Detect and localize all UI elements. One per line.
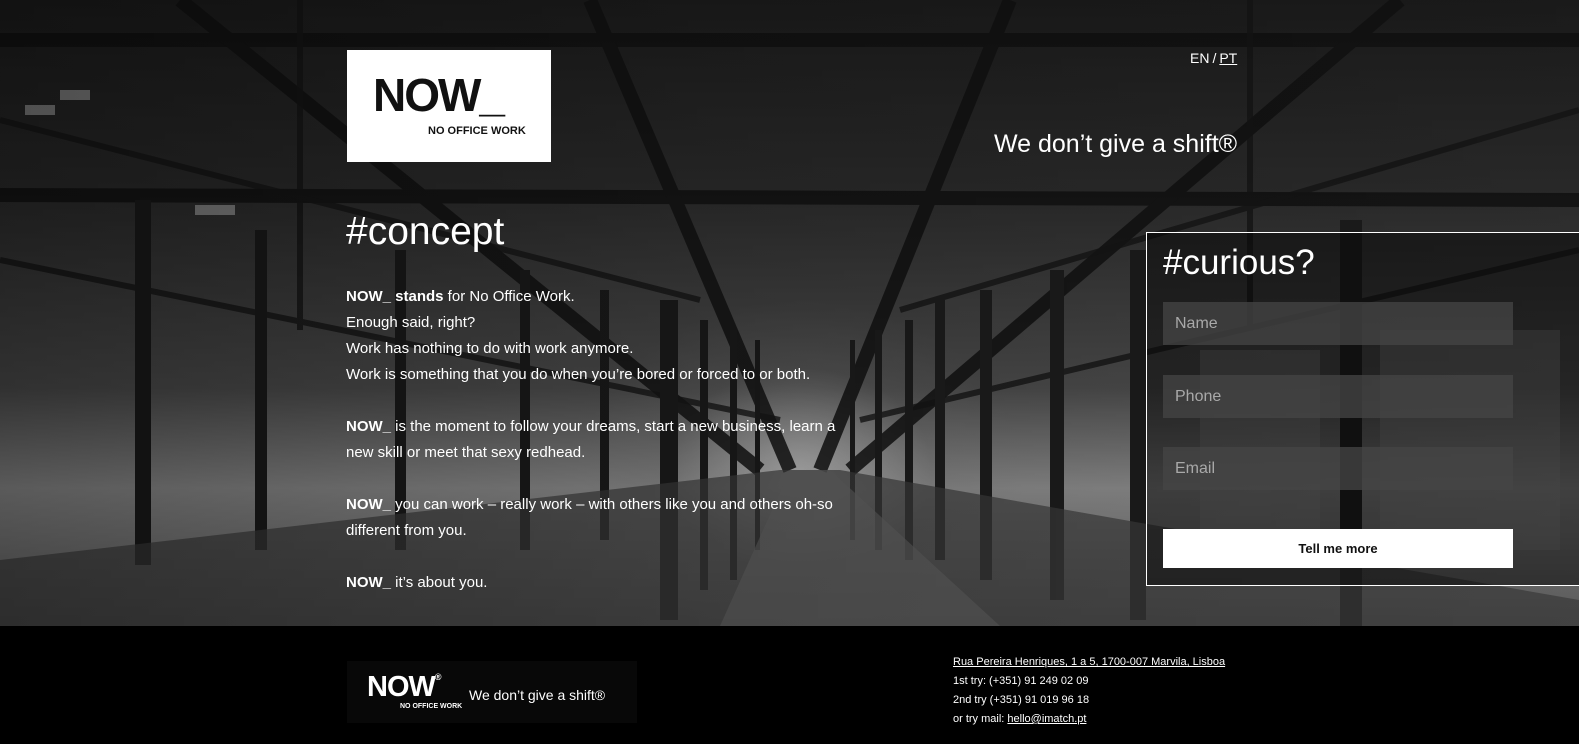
language-switch: EN / PT [1190, 50, 1237, 66]
concept-bold: NOW_ [346, 496, 391, 513]
logo-subtitle: NO OFFICE WORK [428, 125, 526, 137]
concept-paragraph-1: NOW_ stands for No Office Work. Enough s… [346, 288, 811, 383]
lang-separator: / [1212, 50, 1217, 66]
footer: NOW® NO OFFICE WORK We don’t give a shif… [0, 626, 1579, 744]
phone-primary: 1st try: (+351) 91 249 02 09 [953, 675, 1089, 687]
concept-text: NOW_ stands for No Office Work. Enough s… [346, 284, 866, 622]
contact-info: Rua Pereira Henriques, 1 a 5, 1700-007 M… [953, 653, 1225, 729]
phone-secondary: 2nd try (+351) 91 019 96 18 [953, 694, 1090, 706]
concept-paragraph-4: NOW_ it’s about you. [346, 574, 488, 591]
phone-input[interactable] [1163, 375, 1513, 418]
concept-paragraph-3: NOW_ you can work – really work – with o… [346, 496, 833, 539]
footer-tagline: We don’t give a shift® [469, 687, 606, 703]
concept-bold: NOW_ [346, 418, 391, 435]
hero-tagline: We don’t give a shift® [994, 130, 1238, 158]
concept-bold: NOW_ stands [346, 288, 444, 305]
footer-logo-subtitle: NO OFFICE WORK [400, 703, 463, 710]
contact-form: #curious? Tell me more [1146, 232, 1579, 586]
concept-paragraph-2: NOW_ is the moment to follow your dreams… [346, 418, 836, 461]
brand-logo[interactable]: NOW_ NO OFFICE WORK [347, 50, 551, 162]
form-heading: #curious? [1163, 243, 1315, 282]
email-link[interactable]: hello@imatch.pt [1007, 713, 1086, 725]
mail-label: or try mail: [953, 713, 1008, 725]
email-input[interactable] [1163, 447, 1513, 490]
footer-logo[interactable]: NOW® NO OFFICE WORK We don’t give a shif… [347, 661, 637, 723]
concept-bold: NOW_ [346, 574, 391, 591]
lang-en-link[interactable]: EN [1190, 50, 1209, 66]
concept-heading: #concept [346, 210, 505, 253]
name-input[interactable] [1163, 302, 1513, 345]
address-link[interactable]: Rua Pereira Henriques, 1 a 5, 1700-007 M… [953, 656, 1225, 668]
lang-pt-link[interactable]: PT [1219, 50, 1237, 66]
logo-mark: NOW_ [373, 69, 505, 121]
footer-logo-mark: NOW® [367, 671, 441, 703]
tell-me-more-button[interactable]: Tell me more [1163, 529, 1513, 568]
